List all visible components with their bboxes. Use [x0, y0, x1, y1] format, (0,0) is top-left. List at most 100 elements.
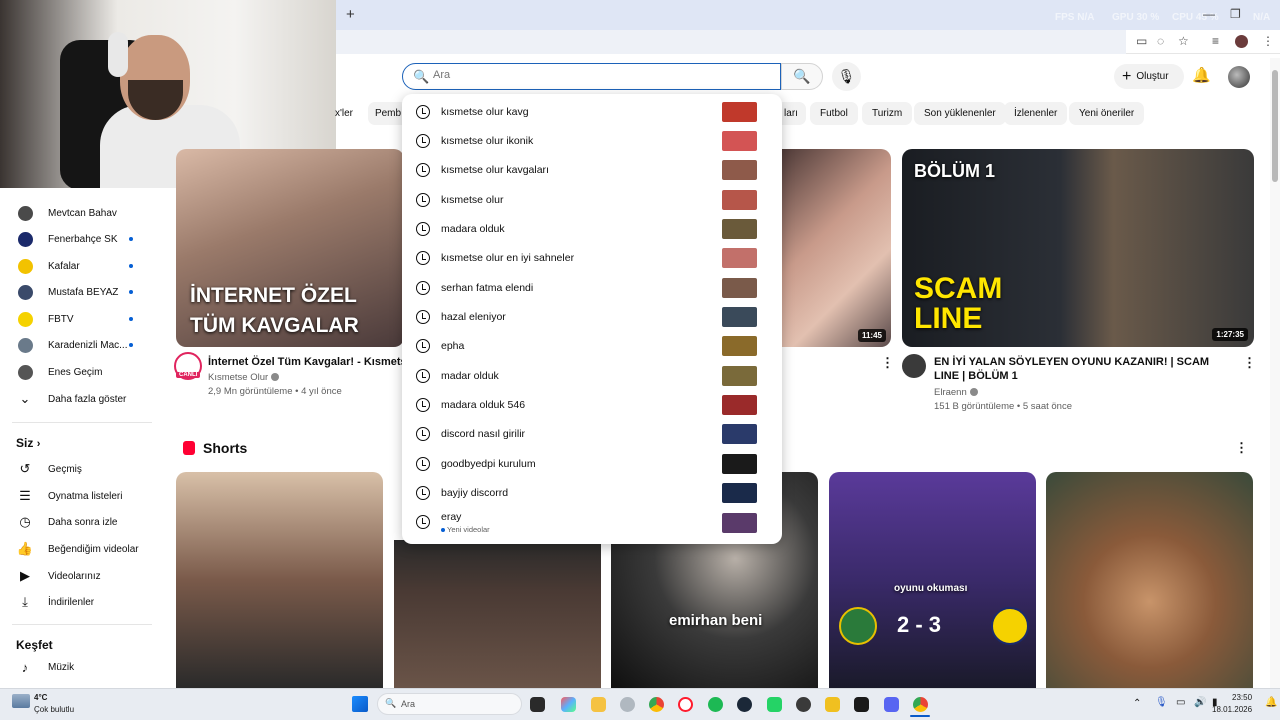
suggestion-item[interactable]: serhan fatma elendi — [402, 274, 782, 303]
suggestion-item[interactable]: discord nasıl girilir — [402, 420, 782, 449]
app-icon[interactable] — [796, 697, 811, 712]
search-button[interactable]: 🔍 — [781, 63, 823, 90]
search-box[interactable]: 🔍 — [402, 63, 781, 90]
steam-icon[interactable] — [737, 697, 752, 712]
spotify-icon[interactable] — [708, 697, 723, 712]
restore-icon[interactable]: ❐ — [1230, 7, 1241, 21]
scrollbar-thumb[interactable] — [1272, 70, 1278, 182]
chip-turizm[interactable]: Turizm — [862, 102, 913, 125]
extensions-icon[interactable]: ≡ — [1212, 34, 1219, 48]
gpu-overlay: GPU 30 % — [1112, 12, 1160, 23]
sidebar-item-subscription[interactable]: FBTV — [0, 306, 155, 332]
sidebar-item-subscription[interactable]: Mevtcan Bahav — [0, 200, 155, 226]
suggestion-item[interactable]: kısmetse olur en iyi sahneler — [402, 244, 782, 273]
suggestion-item[interactable]: kısmetse olur kavgaları — [402, 156, 782, 185]
create-button[interactable]: + Oluştur — [1114, 64, 1184, 89]
sidebar-item-subscription[interactable]: Fenerbahçe SK — [0, 226, 155, 252]
app-icon[interactable] — [825, 697, 840, 712]
app-icon[interactable] — [854, 697, 869, 712]
microphone-icon[interactable]: 🎙 — [1155, 697, 1168, 708]
sidebar-item-liked-videos[interactable]: 👍 Beğendiğim videolar — [0, 536, 155, 562]
discord-icon[interactable] — [884, 697, 899, 712]
chip[interactable]: x'ler — [324, 102, 364, 125]
suggestion-item[interactable]: madara olduk — [402, 215, 782, 244]
address-bar[interactable] — [336, 30, 1126, 54]
suggestion-item[interactable]: kısmetse olur ikonik — [402, 127, 782, 156]
new-tab-button[interactable]: + — [346, 6, 355, 23]
video-thumbnail[interactable]: BÖLÜM 1 SCAM LINE 1:27:35 — [902, 149, 1254, 347]
suggestion-item[interactable]: eray Yeni videolar — [402, 506, 782, 542]
suggestion-item[interactable]: bayjiy discorrd — [402, 479, 782, 508]
more-options-icon[interactable]: ⋮ — [881, 355, 894, 371]
channel-name[interactable]: Kısmetse Olur — [208, 372, 280, 383]
video-title[interactable]: İnternet Özel Tüm Kavgalar! - Kısmetse O — [208, 355, 408, 369]
chip-futbol[interactable]: Futbol — [810, 102, 858, 125]
thumbnail-text: İNTERNET ÖZEL TÜM KAVGALAR — [190, 284, 359, 337]
short-thumbnail[interactable] — [394, 540, 601, 688]
suggestion-item[interactable]: hazal eleniyor — [402, 303, 782, 332]
cast-icon[interactable]: ▭ — [1136, 34, 1147, 48]
clock-time[interactable]: 23:50 — [1232, 693, 1252, 702]
suggestion-item[interactable]: madara olduk 546 — [402, 391, 782, 420]
video-title[interactable]: EN İYİ YALAN SÖYLEYEN OYUNU KAZANIR! | S… — [934, 355, 1224, 383]
suggestion-item[interactable]: goodbyedpi kurulum — [402, 450, 782, 479]
file-explorer-icon[interactable] — [591, 697, 606, 712]
sidebar-item-your-videos[interactable]: ▶ Videolarınız — [0, 563, 155, 589]
sidebar-item-subscription[interactable]: Karadenizli Mac... — [0, 332, 155, 358]
menu-icon[interactable]: ⋮ — [1262, 34, 1274, 48]
chip-new-suggestions[interactable]: Yeni öneriler — [1069, 102, 1145, 125]
suggestion-item[interactable]: epha — [402, 332, 782, 361]
suggestion-item[interactable]: kısmetse olur kavg — [402, 98, 782, 127]
sidebar-item-downloads[interactable]: ⤓ İndirilenler — [0, 589, 155, 615]
video-thumbnail[interactable]: İNTERNET ÖZEL TÜM KAVGALAR — [176, 149, 404, 347]
short-thumbnail[interactable]: oyunu okuması 2 - 3 — [829, 472, 1036, 688]
voice-search-button[interactable]: 🎙 — [832, 62, 861, 91]
search-input[interactable] — [433, 69, 733, 81]
clock-date[interactable]: 18.01.2026 — [1212, 705, 1252, 714]
search-suggestions-dropdown: kısmetse olur kavg kısmetse olur ikonik … — [402, 94, 782, 544]
weather-icon[interactable] — [12, 694, 30, 708]
network-icon[interactable]: ▭ — [1176, 697, 1185, 708]
chip-watched[interactable]: İzlenenler — [1004, 102, 1068, 125]
chevron-up-icon[interactable]: ⌃ — [1133, 698, 1141, 709]
sidebar-item-playlists[interactable]: ☰ Oynatma listeleri — [0, 483, 155, 509]
history-icon — [416, 105, 430, 119]
notification-center-icon[interactable]: 🔔 — [1265, 697, 1277, 708]
duration-badge: 11:45 — [857, 329, 886, 342]
star-icon[interactable]: ☆ — [1178, 34, 1189, 48]
user-avatar[interactable] — [1228, 66, 1250, 88]
chrome-icon[interactable] — [913, 697, 928, 712]
volume-icon[interactable]: 🔊 — [1194, 697, 1206, 708]
clock-icon: ◷ — [19, 514, 31, 529]
short-thumbnail[interactable] — [176, 472, 383, 688]
whatsapp-icon[interactable] — [767, 697, 782, 712]
windows-start-icon[interactable] — [352, 696, 368, 712]
browser-profile-icon[interactable] — [1235, 35, 1248, 48]
suggestion-item[interactable]: madar olduk — [402, 362, 782, 391]
minimize-icon[interactable]: — — [1203, 7, 1215, 21]
sidebar-item-subscription[interactable]: Enes Geçim — [0, 359, 155, 385]
suggestion-item[interactable]: kısmetse olur — [402, 186, 782, 215]
taskbar-search[interactable] — [377, 693, 522, 715]
taskview-icon[interactable] — [530, 697, 545, 712]
short-thumbnail[interactable] — [1046, 472, 1253, 688]
channel-name[interactable]: Elraenn — [934, 387, 978, 398]
more-options-icon[interactable]: ⋮ — [1235, 440, 1248, 456]
sidebar-item-subscription[interactable]: Kafalar — [0, 253, 155, 279]
sidebar-show-more[interactable]: ⌄ Daha fazla göster — [0, 386, 155, 412]
channel-avatar[interactable] — [902, 354, 926, 378]
copilot-icon[interactable] — [561, 697, 576, 712]
sidebar-item-subscription[interactable]: Mustafa BEYAZ — [0, 279, 155, 305]
you-section-heading[interactable]: Siz › — [16, 436, 40, 450]
duration-badge: 1:27:35 — [1212, 328, 1248, 341]
sidebar-item-history[interactable]: ↺ Geçmiş — [0, 456, 155, 482]
sidebar-item-music[interactable]: ♪ Müzik — [0, 654, 155, 680]
opera-icon[interactable] — [678, 697, 693, 712]
more-options-icon[interactable]: ⋮ — [1243, 355, 1256, 371]
chrome-icon[interactable] — [649, 697, 664, 712]
chip-recent[interactable]: Son yüklenenler — [914, 102, 1006, 125]
sidebar-item-watch-later[interactable]: ◷ Daha sonra izle — [0, 509, 155, 535]
notifications-icon[interactable]: 🔔 — [1192, 66, 1211, 84]
eye-off-icon[interactable]: ◌ — [1157, 34, 1164, 48]
settings-icon[interactable] — [620, 697, 635, 712]
